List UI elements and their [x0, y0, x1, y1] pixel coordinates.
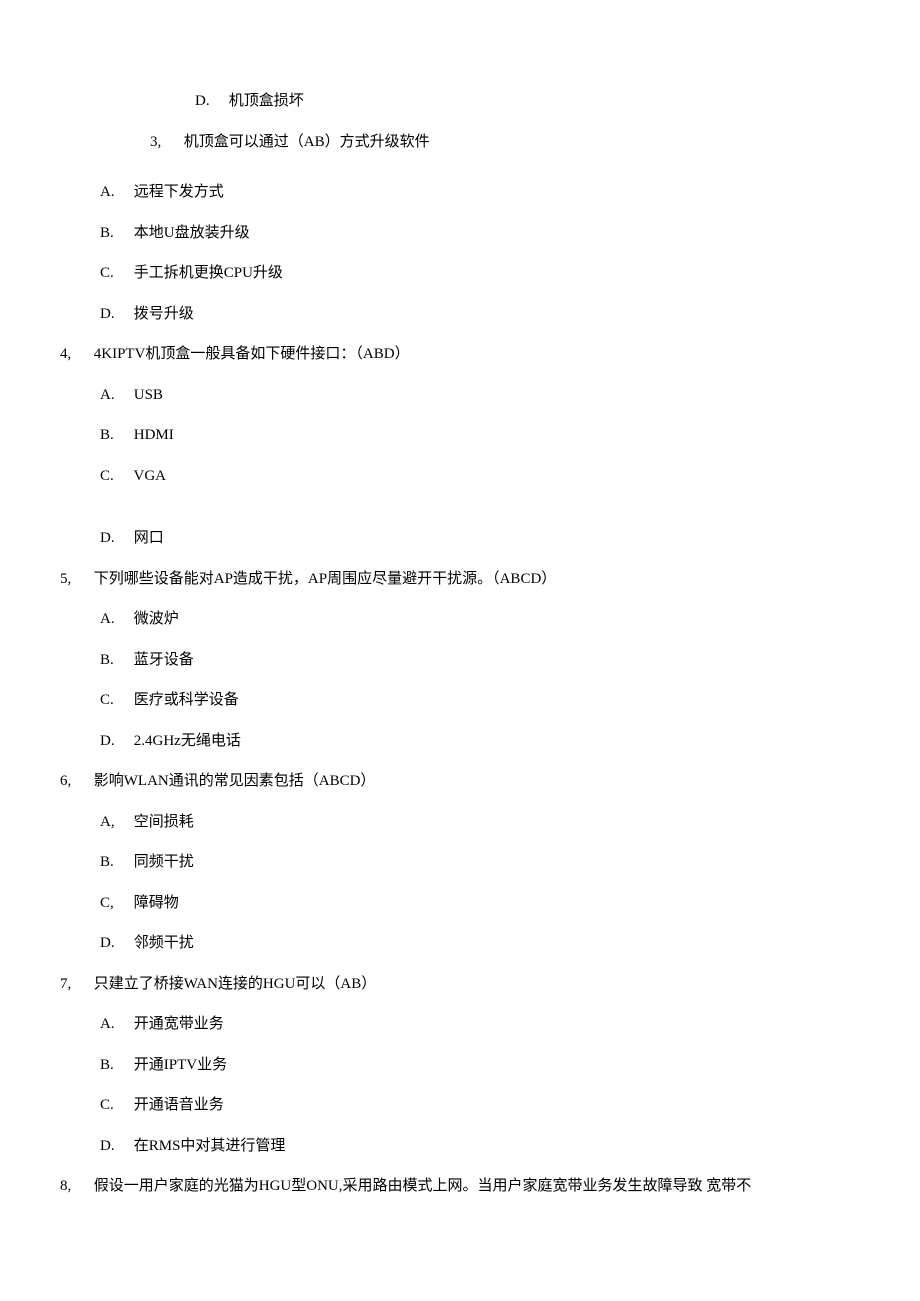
option-item: B. 同频干扰: [100, 851, 860, 874]
option-item: D. 拨号升级: [100, 303, 860, 326]
option-item: D. 在RMS中对其进行管理: [100, 1135, 860, 1158]
option-label: A.: [100, 384, 130, 407]
option-item: D. 机顶盒损坏: [60, 90, 860, 113]
option-item: D. 2.4GHz无绳电话: [100, 730, 860, 753]
option-label: B.: [100, 424, 130, 447]
option-text: 障碍物: [134, 895, 179, 911]
option-text: 2.4GHz无绳电话: [134, 733, 241, 749]
option-text: 网口: [134, 530, 164, 546]
option-label: C.: [100, 262, 130, 285]
option-text: VGA: [133, 468, 166, 484]
option-item: C. 医疗或科学设备: [100, 689, 860, 712]
option-item: B. 开通IPTV业务: [100, 1054, 860, 1077]
option-label: B.: [100, 851, 130, 874]
question-text: 假设一用户家庭的光猫为HGU型ONU,采用路由模式上网。当用户家庭宽带业务发生故…: [94, 1178, 752, 1194]
option-item: B. 蓝牙设备: [100, 649, 860, 672]
option-text: 开通语音业务: [134, 1097, 224, 1113]
question-text: 机顶盒可以通过（AB）方式升级软件: [184, 134, 430, 150]
question-item: 3, 机顶盒可以通过（AB）方式升级软件: [60, 131, 860, 154]
option-item: B. 本地U盘放装升级: [100, 222, 860, 245]
question-item: 4, 4KIPTV机顶盒一般具备如下硬件接口：（ABD）: [60, 343, 860, 366]
question-text: 影响WLAN通讯的常见因素包括（ABCD）: [94, 773, 376, 789]
option-item: A. 远程下发方式: [100, 181, 860, 204]
option-item: C, 障碍物: [100, 892, 860, 915]
option-item: A. 微波炉: [100, 608, 860, 631]
question-label: 6,: [60, 770, 90, 793]
option-text: 蓝牙设备: [134, 652, 194, 668]
option-block: A, 空间损耗 B. 同频干扰 C, 障碍物 D. 邻频干扰: [60, 811, 860, 955]
question-item: 5, 下列哪些设备能对AP造成干扰，AP周围应尽量避开干扰源。（ABCD）: [60, 568, 860, 591]
question-text: 4KIPTV机顶盒一般具备如下硬件接口：（ABD）: [94, 346, 410, 362]
option-item: A. 开通宽带业务: [100, 1013, 860, 1036]
option-label: D.: [195, 90, 225, 113]
option-item: C. VGA: [100, 465, 860, 488]
option-block: A. 微波炉 B. 蓝牙设备 C. 医疗或科学设备 D. 2.4GHz无绳电话: [60, 608, 860, 752]
option-text: 空间损耗: [134, 814, 194, 830]
option-label: C,: [100, 892, 130, 915]
option-text: 开通宽带业务: [134, 1016, 224, 1032]
option-label: C.: [100, 1094, 130, 1117]
option-block: A. 远程下发方式 B. 本地U盘放装升级 C. 手工拆机更换CPU升级 D. …: [60, 181, 860, 325]
option-block: A. USB B. HDMI C. VGA D. 网口: [60, 384, 860, 550]
option-item: B. HDMI: [100, 424, 860, 447]
option-label: D.: [100, 527, 130, 550]
option-label: A.: [100, 181, 130, 204]
option-item: A, 空间损耗: [100, 811, 860, 834]
option-item: A. USB: [100, 384, 860, 407]
option-item: C. 手工拆机更换CPU升级: [100, 262, 860, 285]
option-label: B.: [100, 222, 130, 245]
option-label: D.: [100, 932, 130, 955]
option-label: B.: [100, 649, 130, 672]
option-text: USB: [134, 387, 163, 403]
option-text: 邻频干扰: [134, 935, 194, 951]
option-label: D.: [100, 1135, 130, 1158]
option-text: 在RMS中对其进行管理: [134, 1138, 286, 1154]
option-text: 微波炉: [134, 611, 179, 627]
question-item: 6, 影响WLAN通讯的常见因素包括（ABCD）: [60, 770, 860, 793]
option-text: 机顶盒损坏: [229, 93, 304, 109]
question-label: 8,: [60, 1175, 90, 1198]
question-item: 7, 只建立了桥接WAN连接的HGU可以（AB）: [60, 973, 860, 996]
question-label: 7,: [60, 973, 90, 996]
option-label: D.: [100, 730, 130, 753]
question-label: 3,: [150, 131, 180, 154]
option-label: B.: [100, 1054, 130, 1077]
option-label: A.: [100, 608, 130, 631]
option-block: A. 开通宽带业务 B. 开通IPTV业务 C. 开通语音业务 D. 在RMS中…: [60, 1013, 860, 1157]
option-text: 本地U盘放装升级: [134, 225, 250, 241]
option-item: C. 开通语音业务: [100, 1094, 860, 1117]
question-item: 8, 假设一用户家庭的光猫为HGU型ONU,采用路由模式上网。当用户家庭宽带业务…: [60, 1175, 860, 1198]
question-text: 只建立了桥接WAN连接的HGU可以（AB）: [94, 976, 377, 992]
question-label: 4,: [60, 343, 90, 366]
option-label: A.: [100, 1013, 130, 1036]
option-item: D. 网口: [100, 527, 860, 550]
question-text: 下列哪些设备能对AP造成干扰，AP周围应尽量避开干扰源。（ABCD）: [94, 571, 557, 587]
option-text: 拨号升级: [134, 306, 194, 322]
option-text: 同频干扰: [134, 854, 194, 870]
option-label: A,: [100, 811, 130, 834]
option-label: D.: [100, 303, 130, 326]
option-text: 开通IPTV业务: [134, 1057, 227, 1073]
option-text: HDMI: [134, 427, 174, 443]
option-item: D. 邻频干扰: [100, 932, 860, 955]
option-label: C.: [100, 689, 130, 712]
document-page: D. 机顶盒损坏 3, 机顶盒可以通过（AB）方式升级软件 A. 远程下发方式 …: [0, 0, 920, 1301]
option-text: 医疗或科学设备: [134, 692, 239, 708]
question-label: 5,: [60, 568, 90, 591]
option-text: 远程下发方式: [134, 184, 224, 200]
option-text: 手工拆机更换CPU升级: [134, 265, 283, 281]
option-label: C.: [100, 465, 130, 488]
